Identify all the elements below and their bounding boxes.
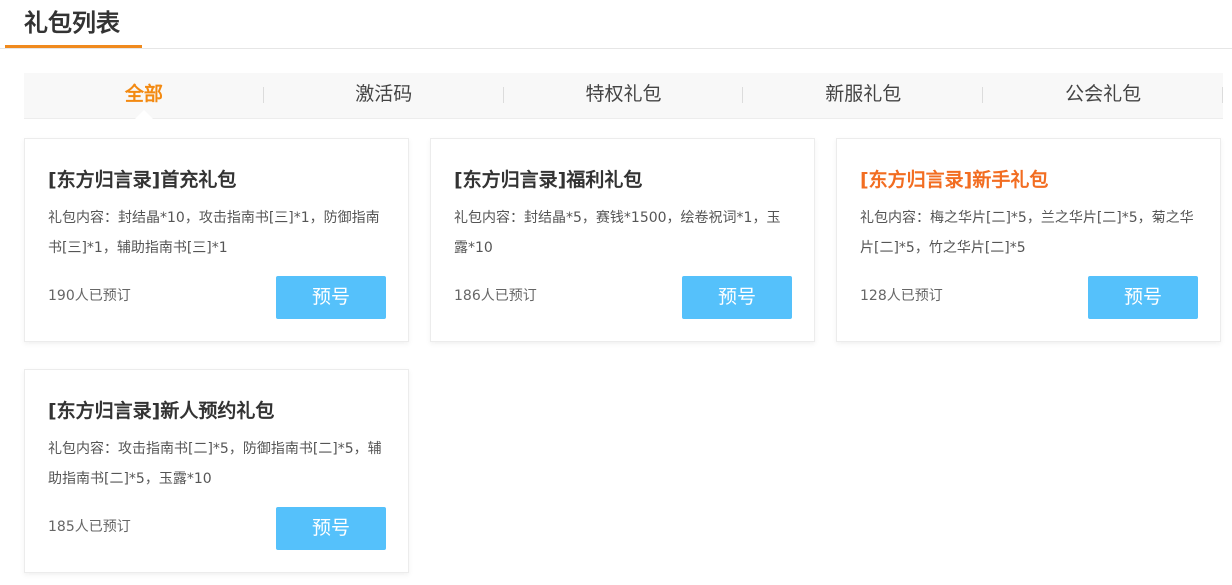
tab-activation-code[interactable]: 激活码 — [264, 73, 504, 118]
tab-label: 激活码 — [355, 83, 413, 105]
reserve-button[interactable]: 预号 — [276, 276, 386, 319]
reservation-count: 185人已预订 — [48, 519, 131, 535]
tab-label: 全部 — [124, 83, 163, 105]
gift-title[interactable]: [东方归言录]首充礼包 — [48, 167, 236, 193]
gift-content: 礼包内容：攻击指南书[二]*5，防御指南书[二]*5，辅助指南书[二]*5，玉露… — [48, 441, 382, 487]
tab-label: 新服礼包 — [825, 83, 902, 105]
gift-title[interactable]: [东方归言录]福利礼包 — [454, 167, 642, 193]
gift-content: 礼包内容：封结晶*10，攻击指南书[三]*1，防御指南书[三]*1，辅助指南书[… — [48, 210, 380, 256]
tab-all[interactable]: 全部 — [24, 73, 264, 119]
gift-card: [东方归言录]福利礼包 礼包内容：封结晶*5，赛钱*1500，绘卷祝词*1，玉露… — [430, 138, 815, 342]
tab-label: 公会礼包 — [1065, 83, 1142, 105]
reservation-count: 190人已预订 — [48, 288, 131, 304]
reserve-button[interactable]: 预号 — [682, 276, 792, 319]
gift-title[interactable]: [东方归言录]新手礼包 — [860, 167, 1048, 193]
reservation-count: 128人已预订 — [860, 288, 943, 304]
reserve-button[interactable]: 预号 — [1088, 276, 1198, 319]
title-underline — [5, 45, 142, 48]
gift-content: 礼包内容：梅之华片[二]*5，兰之华片[二]*5，菊之华片[二]*5，竹之华片[… — [860, 210, 1194, 256]
gift-card: [东方归言录]新人预约礼包 礼包内容：攻击指南书[二]*5，防御指南书[二]*5… — [24, 369, 409, 573]
page-header: 礼包列表 — [0, 0, 1232, 49]
tab-divider — [1221, 87, 1223, 103]
gift-card: [东方归言录]新手礼包 礼包内容：梅之华片[二]*5，兰之华片[二]*5，菊之华… — [836, 138, 1221, 342]
tab-label: 特权礼包 — [585, 83, 662, 105]
tab-guild-gift[interactable]: 公会礼包 — [983, 73, 1223, 118]
page-title: 礼包列表 — [24, 9, 120, 37]
gift-title[interactable]: [东方归言录]新人预约礼包 — [48, 398, 274, 424]
tab-privilege-gift[interactable]: 特权礼包 — [504, 73, 744, 118]
reservation-count: 186人已预订 — [454, 288, 537, 304]
tab-new-server-gift[interactable]: 新服礼包 — [743, 73, 984, 118]
reserve-button[interactable]: 预号 — [276, 507, 386, 550]
gift-content: 礼包内容：封结晶*5，赛钱*1500，绘卷祝词*1，玉露*10 — [454, 210, 781, 256]
gift-card: [东方归言录]首充礼包 礼包内容：封结晶*10，攻击指南书[三]*1，防御指南书… — [24, 138, 409, 342]
active-tab-indicator — [134, 110, 153, 119]
gift-category-tabs: 全部 激活码 特权礼包 新服礼包 公会礼包 — [24, 73, 1223, 119]
